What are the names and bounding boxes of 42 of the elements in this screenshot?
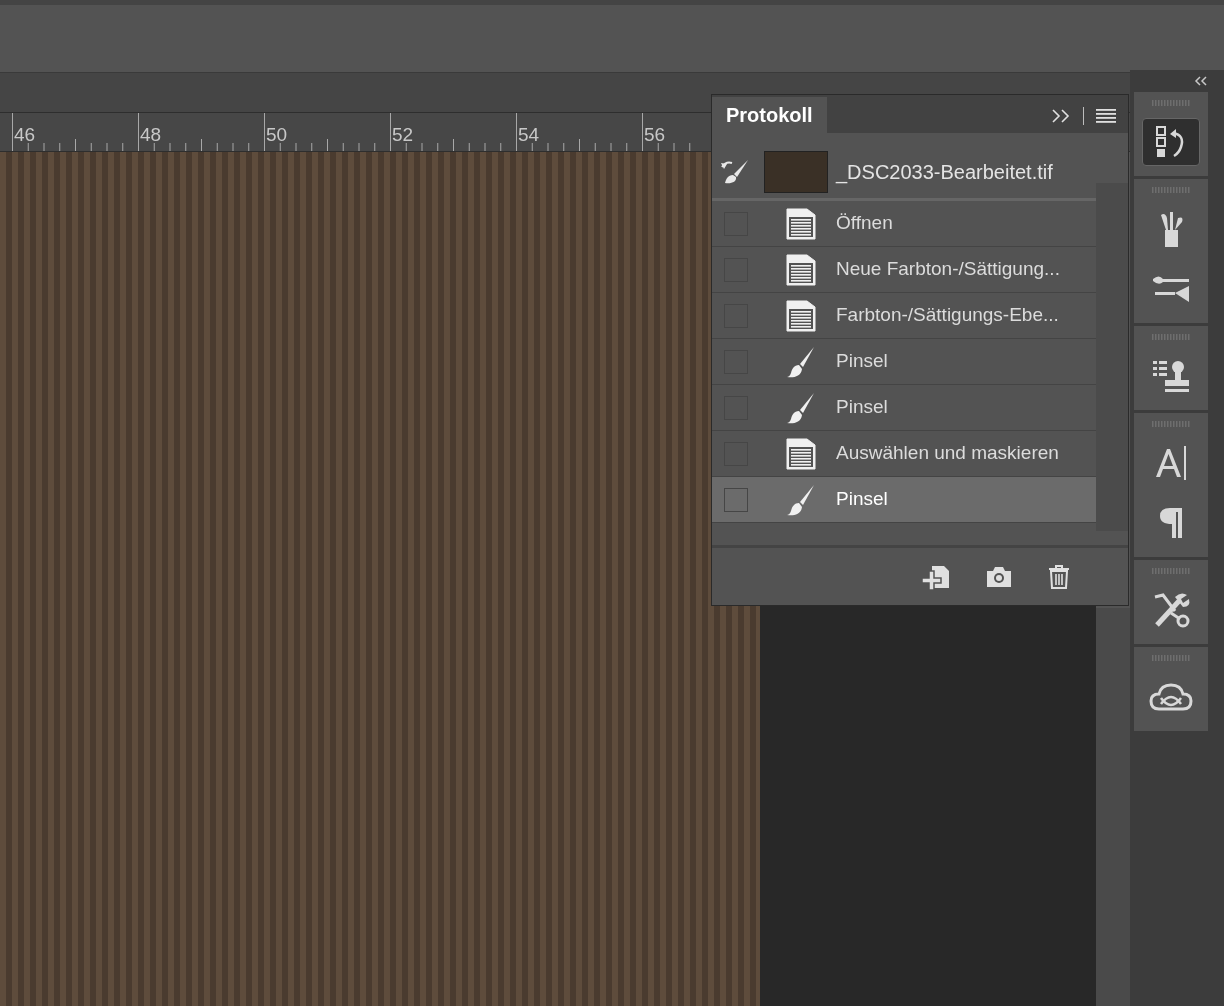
- grip-icon[interactable]: [1152, 100, 1190, 106]
- character-icon: [1154, 445, 1188, 481]
- document-icon: [786, 299, 816, 332]
- panel-button[interactable]: [1142, 118, 1200, 166]
- panel-tab[interactable]: Protokoll: [712, 97, 827, 133]
- document-icon: [786, 253, 816, 286]
- history-label: Pinsel: [836, 349, 888, 374]
- paragraph-icon: [1158, 506, 1184, 540]
- history-label: Pinsel: [836, 487, 888, 512]
- history-label: Pinsel: [836, 395, 888, 420]
- menu-icon[interactable]: [1096, 109, 1116, 123]
- ruler-label: 46: [14, 125, 36, 144]
- scrollbar[interactable]: [1096, 608, 1130, 1006]
- history-label: Öffnen: [836, 211, 893, 236]
- snapshot-thumbnail: [764, 150, 828, 193]
- ruler-label: 48: [140, 125, 162, 144]
- grip-icon[interactable]: [1152, 655, 1190, 661]
- ruler-label: 52: [392, 125, 414, 144]
- new-document-icon[interactable]: [922, 563, 950, 590]
- brush-settings-icon: [1151, 274, 1191, 304]
- history-label: Neue Farbton-/Sättigung...: [836, 257, 1060, 282]
- trash-icon[interactable]: [1048, 564, 1070, 589]
- expand-icon[interactable]: [1051, 108, 1071, 124]
- history-label: Auswählen und maskieren: [836, 441, 1059, 466]
- document-icon: [786, 437, 816, 470]
- grip-icon[interactable]: [1152, 334, 1190, 340]
- snapshot-name: _DSC2033-Bearbeitet.tif: [836, 159, 1053, 186]
- document-icon: [786, 207, 816, 240]
- grip-icon[interactable]: [1152, 187, 1190, 193]
- clone-source-icon: [1151, 359, 1191, 393]
- history-label: Farbton-/Sättigungs-Ebe...: [836, 303, 1059, 328]
- camera-icon[interactable]: [986, 565, 1012, 588]
- libraries-icon: [1149, 682, 1193, 712]
- grip-icon[interactable]: [1152, 568, 1190, 574]
- grip-icon[interactable]: [1152, 421, 1190, 427]
- ruler-label: 54: [518, 125, 540, 144]
- history-item[interactable]: Pinsel: [712, 477, 1096, 523]
- ruler-label: 50: [266, 125, 288, 144]
- ruler-label: 56: [644, 125, 666, 144]
- collapse-icon[interactable]: [1194, 76, 1208, 86]
- checkbox[interactable]: [724, 487, 748, 512]
- scrollbar[interactable]: [1096, 183, 1128, 531]
